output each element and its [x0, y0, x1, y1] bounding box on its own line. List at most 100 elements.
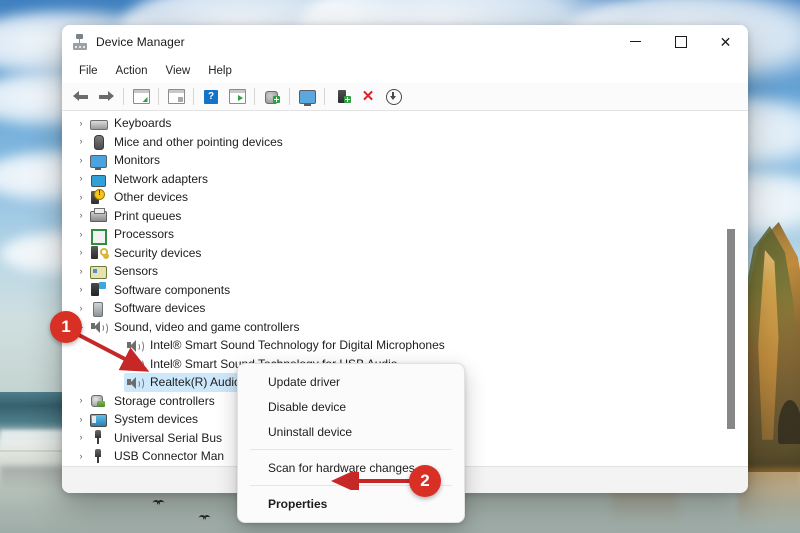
tree-item[interactable]: ›Print queues — [62, 207, 748, 226]
context-menu-item[interactable]: Disable device — [238, 394, 464, 419]
vertical-scrollbar-thumb[interactable] — [727, 229, 735, 429]
tree-item-content[interactable]: Security devices — [88, 243, 205, 262]
tree-item-label: Processors — [114, 228, 174, 240]
chevron-right-icon[interactable]: › — [74, 396, 88, 405]
back-button[interactable] — [68, 86, 92, 108]
mouse-icon — [90, 134, 107, 149]
tree-item-label: Software components — [114, 284, 230, 296]
chevron-right-icon[interactable]: › — [74, 174, 88, 183]
update-driver-button[interactable] — [164, 86, 188, 108]
title-bar[interactable]: Device Manager ✕ — [62, 25, 748, 58]
tree-item[interactable]: ›Monitors — [62, 151, 748, 170]
tree-item[interactable]: ›Software devices — [62, 299, 748, 318]
minimize-button[interactable] — [613, 25, 658, 58]
tree-item-content[interactable]: Sensors — [88, 262, 162, 281]
network-adapter-icon — [90, 171, 107, 186]
tree-item-content[interactable]: Mice and other pointing devices — [88, 132, 287, 151]
tree-item[interactable]: › Security devices — [62, 244, 748, 263]
toolbar-separator — [254, 88, 255, 105]
wallpaper-cliff-cave — [778, 400, 800, 444]
tree-item-content[interactable]: Software devices — [88, 299, 209, 318]
tree-item-content[interactable]: USB Connector Man — [88, 447, 228, 466]
maximize-button[interactable] — [658, 25, 703, 58]
chevron-right-icon[interactable]: › — [74, 304, 88, 313]
menu-action[interactable]: Action — [107, 62, 157, 80]
chevron-right-icon[interactable]: › — [74, 267, 88, 276]
tree-item[interactable]: › Processors — [62, 225, 748, 244]
tree-item-content[interactable]: Intel® Smart Sound Technology for Digita… — [124, 336, 449, 355]
show-hidden-button[interactable] — [225, 86, 249, 108]
update-driver-icon — [168, 89, 185, 104]
sensor-icon — [90, 264, 107, 279]
help-button[interactable]: ? — [199, 86, 223, 108]
menu-file[interactable]: File — [70, 62, 107, 80]
chevron-right-icon[interactable]: › — [74, 452, 88, 461]
context-menu-item[interactable]: Uninstall device — [238, 419, 464, 444]
download-button[interactable] — [382, 86, 406, 108]
tree-item[interactable]: ›Keyboards — [62, 114, 748, 133]
close-button[interactable]: ✕ — [703, 25, 748, 58]
tree-item[interactable]: ›Sensors — [62, 262, 748, 281]
tree-item-content[interactable]: Software components — [88, 280, 234, 299]
chevron-right-icon[interactable]: › — [74, 285, 88, 294]
tree-item[interactable]: ⌄Sound, video and game controllers — [62, 318, 748, 337]
callout-arrow-2 — [327, 472, 419, 490]
forward-button[interactable] — [94, 86, 118, 108]
chevron-right-icon[interactable]: › — [74, 137, 88, 146]
tree-item-content[interactable]: Monitors — [88, 151, 164, 170]
tree-item-label: Universal Serial Bus — [114, 432, 222, 444]
tree-item-content[interactable]: Print queues — [88, 206, 185, 225]
menu-help[interactable]: Help — [199, 62, 241, 80]
display-button[interactable] — [295, 86, 319, 108]
chevron-right-icon[interactable]: › — [74, 230, 88, 239]
tree-item[interactable]: ›Other devices — [62, 188, 748, 207]
tree-item-content[interactable]: Storage controllers — [88, 391, 219, 410]
window-title: Device Manager — [96, 35, 185, 49]
scan-hardware-button[interactable] — [260, 86, 284, 108]
properties-button[interactable] — [129, 86, 153, 108]
tree-item[interactable]: ›Network adapters — [62, 170, 748, 189]
context-menu[interactable]: Update driverDisable deviceUninstall dev… — [237, 363, 465, 523]
download-circle-icon — [386, 89, 402, 105]
toolbar[interactable]: ? ✕ — [62, 83, 748, 111]
tree-item[interactable]: › Software components — [62, 281, 748, 300]
tree-item[interactable]: ›Mice and other pointing devices — [62, 133, 748, 152]
chevron-right-icon[interactable]: › — [74, 415, 88, 424]
tree-item-content[interactable]: Other devices — [88, 188, 192, 207]
uninstall-device-button[interactable]: ✕ — [356, 86, 380, 108]
context-menu-item[interactable]: Update driver — [238, 369, 464, 394]
tree-item-content[interactable]: Keyboards — [88, 114, 175, 133]
other-device-warning-icon — [90, 190, 107, 205]
chevron-right-icon[interactable]: › — [74, 193, 88, 202]
tree-item[interactable]: Intel® Smart Sound Technology for Digita… — [62, 336, 748, 355]
tree-item-content[interactable]: Network adapters — [88, 169, 212, 188]
callout-badge-1: 1 — [50, 311, 82, 343]
software-component-icon — [90, 282, 107, 297]
chevron-right-icon[interactable]: › — [74, 211, 88, 220]
menu-bar[interactable]: File Action View Help — [62, 58, 748, 83]
scan-hardware-changes-icon — [265, 90, 280, 103]
tree-item-content[interactable]: Universal Serial Bus — [88, 428, 226, 447]
chevron-right-icon[interactable]: › — [74, 156, 88, 165]
sound-controller-icon — [126, 375, 143, 390]
chevron-right-icon[interactable]: › — [74, 433, 88, 442]
keyboard-icon — [90, 116, 107, 131]
enable-device-button[interactable] — [330, 86, 354, 108]
tree-item-label: System devices — [114, 413, 198, 425]
monitor-icon — [299, 90, 316, 104]
tree-item-label: Security devices — [114, 247, 201, 259]
tree-item-content[interactable]: Processors — [88, 225, 178, 244]
callout-arrow-1 — [72, 330, 157, 376]
back-arrow-icon — [73, 91, 88, 102]
bird-icon — [152, 500, 165, 511]
menu-view[interactable]: View — [157, 62, 200, 80]
chevron-right-icon[interactable]: › — [74, 119, 88, 128]
properties-window-icon — [133, 89, 150, 104]
chevron-right-icon[interactable]: › — [74, 248, 88, 257]
callout-badge-2: 2 — [409, 465, 441, 497]
software-device-icon — [90, 301, 107, 316]
show-hidden-devices-icon — [229, 89, 246, 104]
printer-icon — [90, 208, 107, 223]
tree-item-content[interactable]: System devices — [88, 410, 202, 429]
toolbar-separator — [123, 88, 124, 105]
